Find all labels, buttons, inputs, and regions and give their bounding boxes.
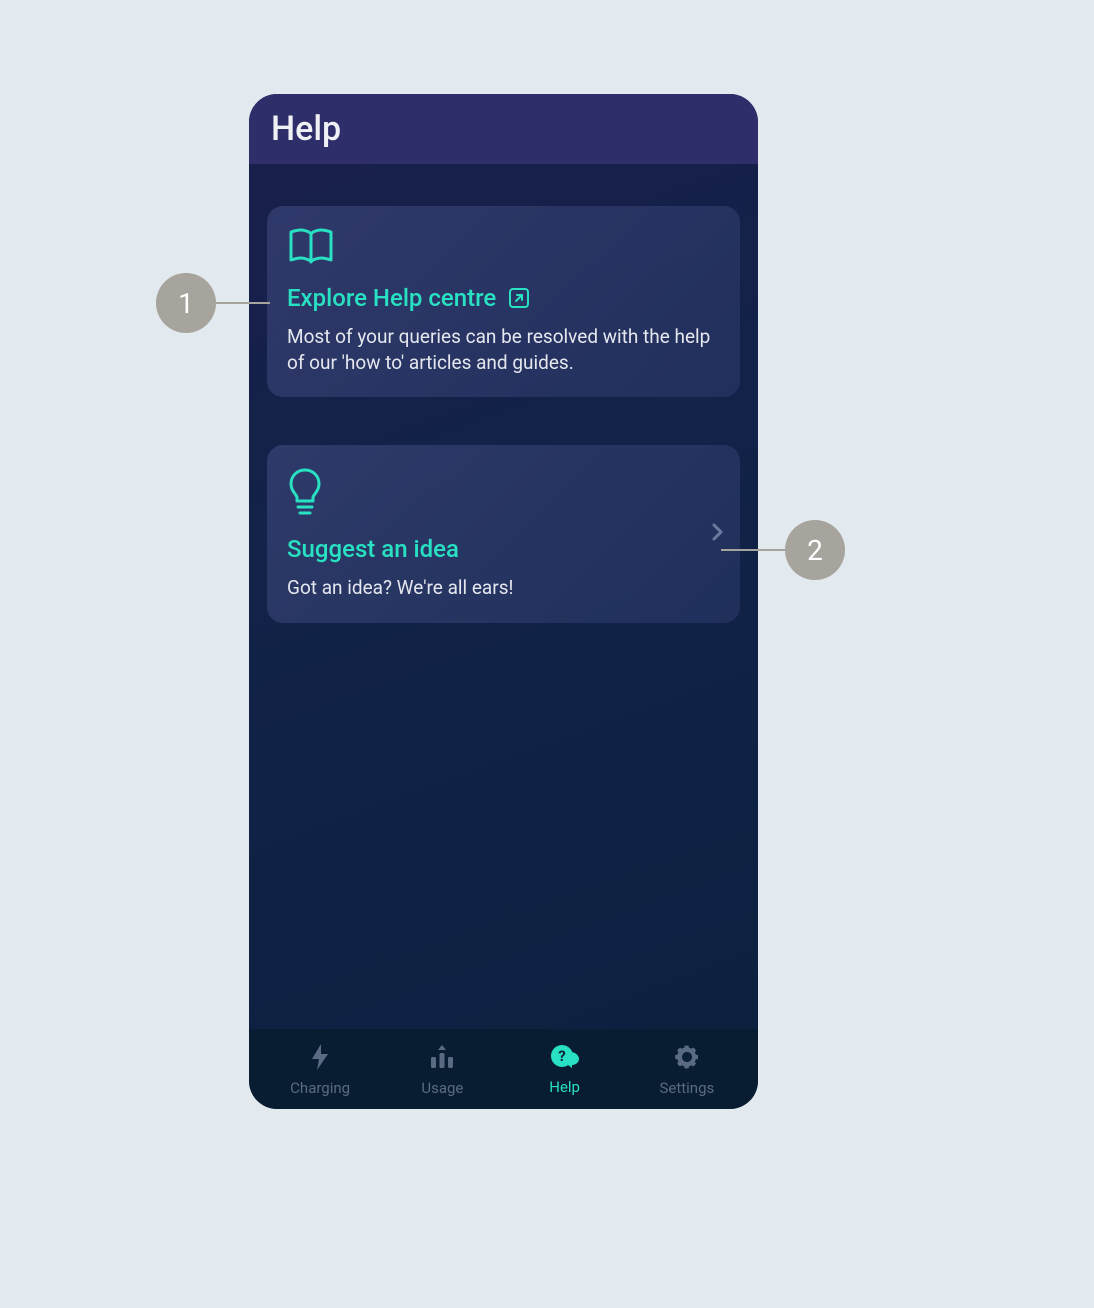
tab-label: Usage bbox=[421, 1079, 463, 1097]
tab-usage[interactable]: Usage bbox=[392, 1043, 492, 1097]
header: Help bbox=[249, 94, 758, 164]
card-title: Explore Help centre bbox=[287, 284, 496, 312]
gear-icon bbox=[673, 1043, 701, 1075]
annotation-badge-1: 1 bbox=[156, 273, 216, 333]
lightbulb-icon bbox=[287, 467, 720, 521]
card-title-row: Suggest an idea bbox=[287, 535, 720, 563]
content-area: Explore Help centre Most of your queries… bbox=[249, 164, 758, 1029]
suggest-idea-card[interactable]: Suggest an idea Got an idea? We're all e… bbox=[267, 445, 740, 623]
app-screen: Help Explore Help centre M bbox=[249, 94, 758, 1109]
svg-text:?: ? bbox=[558, 1047, 565, 1065]
tab-label: Help bbox=[549, 1078, 580, 1096]
tab-charging[interactable]: Charging bbox=[270, 1043, 370, 1097]
tab-label: Settings bbox=[659, 1079, 714, 1097]
help-icon: ? bbox=[550, 1044, 580, 1074]
card-description: Most of your queries can be resolved wit… bbox=[287, 324, 720, 375]
annotation-line-1 bbox=[216, 302, 270, 304]
chevron-right-icon bbox=[710, 522, 724, 546]
bottom-tab-bar: Charging Usage ? Help bbox=[249, 1029, 758, 1109]
card-title-row: Explore Help centre bbox=[287, 284, 720, 312]
book-icon bbox=[287, 228, 720, 270]
card-title: Suggest an idea bbox=[287, 535, 459, 563]
explore-help-centre-card[interactable]: Explore Help centre Most of your queries… bbox=[267, 206, 740, 397]
annotation-line-2 bbox=[721, 549, 785, 551]
annotation-badge-2: 2 bbox=[785, 520, 845, 580]
external-link-icon bbox=[508, 287, 530, 309]
tab-label: Charging bbox=[290, 1079, 350, 1097]
bolt-icon bbox=[308, 1043, 332, 1075]
page-title: Help bbox=[271, 109, 341, 149]
tab-help[interactable]: ? Help bbox=[515, 1044, 615, 1096]
chart-icon bbox=[428, 1043, 456, 1075]
card-description: Got an idea? We're all ears! bbox=[287, 575, 720, 601]
tab-settings[interactable]: Settings bbox=[637, 1043, 737, 1097]
